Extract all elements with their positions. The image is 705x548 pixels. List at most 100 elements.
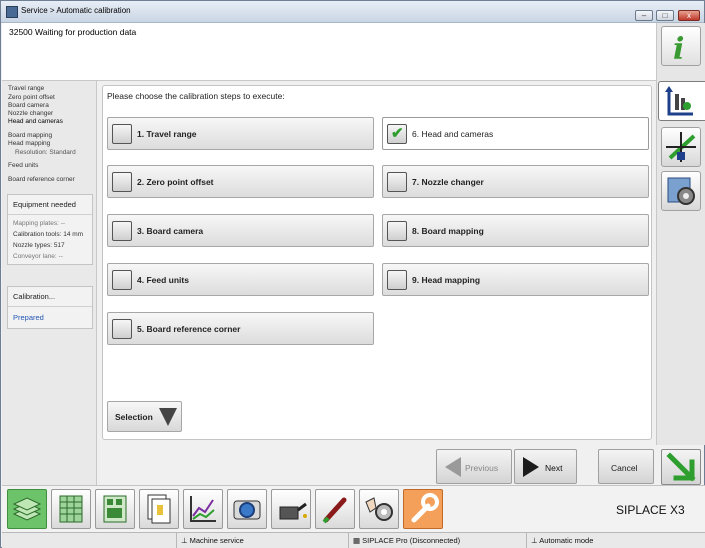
dock-service-button[interactable] bbox=[403, 489, 443, 529]
title-bar: Service > Automatic calibration – □ x bbox=[1, 1, 704, 23]
step-label: 7. Nozzle changer bbox=[412, 177, 484, 187]
step-checkbox[interactable] bbox=[387, 270, 407, 290]
automatic-mode-status: ⊥ Automatic mode bbox=[526, 533, 705, 548]
close-button[interactable]: x bbox=[678, 10, 700, 21]
selection-dropdown-button[interactable]: Selection bbox=[107, 401, 182, 432]
brand-name: SIPLACE X3 bbox=[616, 503, 685, 517]
mapping-plates: Mapping plates: -- bbox=[13, 220, 66, 227]
axes-tool-button[interactable] bbox=[661, 127, 701, 167]
previous-button[interactable]: Previous bbox=[436, 449, 512, 484]
next-button[interactable]: Next bbox=[514, 449, 577, 484]
step-head-and-cameras[interactable]: ✔ 6. Head and cameras bbox=[382, 117, 649, 150]
step-checkbox-checked[interactable]: ✔ bbox=[387, 124, 407, 144]
chevron-down-icon bbox=[159, 408, 177, 426]
machine-service-status: ⊥ Machine service bbox=[176, 533, 348, 548]
machine-service-icon: ⊥ bbox=[181, 536, 190, 545]
dock-table-button[interactable] bbox=[51, 489, 91, 529]
step-label: 3. Board camera bbox=[137, 226, 204, 236]
step-summary-item: Head mapping bbox=[8, 140, 51, 147]
step-label: 6. Head and cameras bbox=[412, 129, 494, 139]
settings-tool-button[interactable] bbox=[661, 171, 701, 211]
selection-label: Selection bbox=[115, 412, 153, 422]
step-summary-item: Zero point offset bbox=[8, 94, 55, 101]
step-checkbox[interactable] bbox=[112, 172, 132, 192]
step-board-mapping[interactable]: 8. Board mapping bbox=[382, 214, 649, 247]
step-label: 9. Head mapping bbox=[412, 275, 481, 285]
step-label: 2. Zero point offset bbox=[137, 177, 214, 187]
info-button[interactable]: i bbox=[661, 26, 701, 67]
step-summary-detail: Resolution: Standard bbox=[15, 149, 76, 156]
conveyor-lane: Conveyor lane: -- bbox=[13, 253, 63, 260]
calibration-axes-icon bbox=[665, 86, 693, 116]
step-zero-point-offset[interactable]: 2. Zero point offset bbox=[107, 165, 374, 198]
axes-icon bbox=[666, 132, 696, 162]
dock-documents-button[interactable] bbox=[139, 489, 179, 529]
equipment-title: Equipment needed bbox=[8, 195, 92, 215]
step-checkbox[interactable] bbox=[112, 319, 132, 339]
arrow-down-right-icon bbox=[666, 452, 696, 482]
calibration-state: Prepared bbox=[13, 313, 44, 322]
equipment-panel: Equipment needed Mapping plates: -- Cali… bbox=[7, 194, 93, 265]
arrow-right-icon bbox=[523, 457, 539, 477]
step-summary-item: Nozzle changer bbox=[8, 110, 54, 117]
step-summary-item: Board camera bbox=[8, 102, 49, 109]
step-checkbox[interactable] bbox=[387, 221, 407, 241]
step-summary-item: Board reference corner bbox=[8, 176, 75, 183]
step-label: 1. Travel range bbox=[137, 129, 197, 139]
production-stack-icon bbox=[12, 497, 42, 521]
step-summary-item: Feed units bbox=[8, 162, 39, 169]
bottom-dock: SIPLACE X3 bbox=[2, 485, 705, 532]
grid-table-icon bbox=[59, 495, 83, 523]
svg-text:i: i bbox=[673, 32, 684, 65]
step-summary-item: Head and cameras bbox=[8, 118, 63, 125]
prompt-text: Please choose the calibration steps to e… bbox=[107, 91, 285, 101]
dock-oil-button[interactable] bbox=[271, 489, 311, 529]
dock-tools-button[interactable] bbox=[315, 489, 355, 529]
siplace-pro-text: SIPLACE Pro (Disconnected) bbox=[362, 536, 461, 545]
cancel-label: Cancel bbox=[611, 463, 638, 473]
step-summary-item: Board mapping bbox=[8, 132, 53, 139]
window-title: Service > Automatic calibration bbox=[21, 6, 131, 15]
step-nozzle-changer[interactable]: 7. Nozzle changer bbox=[382, 165, 649, 198]
dock-production-button[interactable] bbox=[7, 489, 47, 529]
chart-icon bbox=[190, 496, 216, 522]
right-toolbar: i bbox=[656, 23, 705, 445]
arrow-left-icon bbox=[445, 457, 461, 477]
confirm-button[interactable] bbox=[661, 449, 701, 485]
step-checkbox[interactable] bbox=[112, 124, 132, 144]
layout-icon bbox=[103, 495, 127, 523]
step-head-mapping[interactable]: 9. Head mapping bbox=[382, 263, 649, 296]
dock-layout-button[interactable] bbox=[95, 489, 135, 529]
connection-icon: ▦ bbox=[353, 536, 363, 545]
step-checkbox[interactable] bbox=[112, 270, 132, 290]
step-label: 8. Board mapping bbox=[412, 226, 484, 236]
cancel-button[interactable]: Cancel bbox=[598, 449, 654, 484]
mode-icon: ⊥ bbox=[531, 536, 540, 545]
checkmark-icon: ✔ bbox=[391, 125, 404, 142]
camera-icon bbox=[233, 500, 261, 520]
step-board-reference-corner[interactable]: 5. Board reference corner bbox=[107, 312, 374, 345]
minimize-button[interactable]: – bbox=[635, 10, 653, 21]
dock-service-gear-button[interactable] bbox=[359, 489, 399, 529]
calibration-tool-button[interactable] bbox=[658, 81, 705, 121]
step-label: 4. Feed units bbox=[137, 275, 189, 285]
dock-statistics-button[interactable] bbox=[183, 489, 223, 529]
nozzle-types: Nozzle types: 517 bbox=[13, 242, 65, 249]
hand-gear-icon bbox=[365, 497, 393, 521]
machine-service-text: Machine service bbox=[189, 536, 244, 545]
wrench-icon bbox=[411, 493, 439, 523]
step-checkbox[interactable] bbox=[387, 172, 407, 192]
step-checkbox[interactable] bbox=[112, 221, 132, 241]
siplace-pro-status: ▦ SIPLACE Pro (Disconnected) bbox=[348, 533, 526, 548]
step-feed-units[interactable]: 4. Feed units bbox=[107, 263, 374, 296]
calibration-panel: Calibration... Prepared bbox=[7, 286, 93, 329]
next-label: Next bbox=[545, 463, 563, 473]
step-board-camera[interactable]: 3. Board camera bbox=[107, 214, 374, 247]
maximize-button[interactable]: □ bbox=[656, 10, 674, 21]
oil-can-icon bbox=[279, 502, 307, 520]
dock-camera-button[interactable] bbox=[227, 489, 267, 529]
automatic-mode-text: Automatic mode bbox=[539, 536, 594, 545]
info-icon: i bbox=[673, 32, 684, 67]
step-travel-range[interactable]: 1. Travel range bbox=[107, 117, 374, 150]
calibration-tools: Calibration tools: 14 mm bbox=[13, 231, 84, 238]
